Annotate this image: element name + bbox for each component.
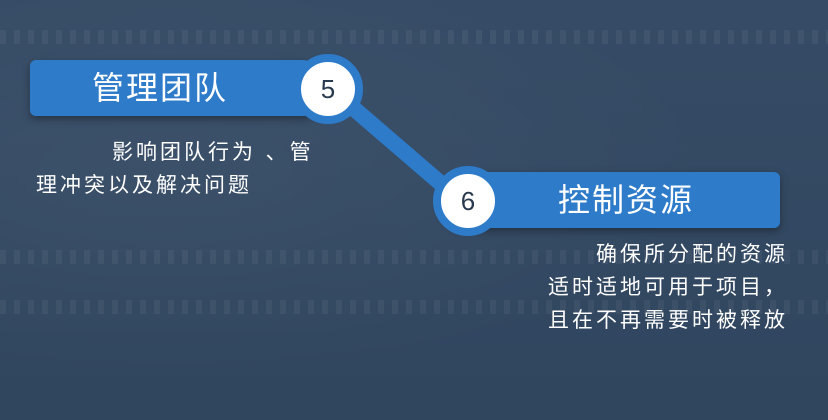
step-5-description-line: 理冲突以及解决问题: [36, 173, 252, 197]
step-6-description-line: 确保所分配的资源: [596, 242, 788, 266]
step-5-description: 影响团队行为 、管 理冲突以及解决问题: [36, 136, 336, 202]
step-6-description-line: 且在不再需要时被释放: [548, 308, 788, 332]
step-6-description-line: 适时适地可用于项目，: [548, 275, 788, 299]
step-5-description-line: 影响团队行为 、管: [112, 140, 314, 164]
step-6-number-badge: 6: [433, 166, 503, 236]
step-5-title: 管理团队: [92, 69, 229, 107]
step-6-description: 确保所分配的资源 适时适地可用于项目， 且在不再需要时被释放: [478, 238, 788, 337]
step-6-title: 控制资源: [558, 181, 695, 219]
step-5-number-badge: 5: [293, 54, 363, 124]
step-5-banner: 管理团队: [30, 60, 330, 116]
